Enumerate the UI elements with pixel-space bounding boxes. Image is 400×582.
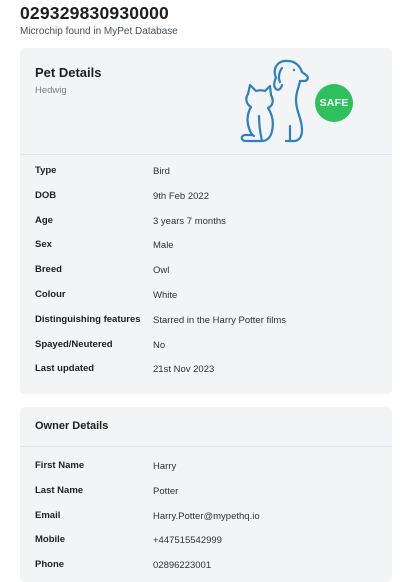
detail-value: No [153,339,166,351]
detail-label: Email [35,509,61,521]
detail-value: Potter [153,485,179,497]
detail-value: +447515542999 [153,535,222,547]
detail-value: 9th Feb 2022 [153,190,209,202]
detail-row: DOB 9th Feb 2022 [20,184,392,209]
detail-row: Spayed/Neutered No [20,333,392,358]
detail-label: Age [35,214,53,226]
detail-row: Mobile +447515542999 [20,528,392,553]
owner-details-list: First Name Harry Last Name Potter Email Harry… [20,454,392,578]
pet-details-header: Pet Details Hedwig SAFE [20,48,392,155]
detail-row: Age 3 years 7 months [20,209,392,234]
detail-row: Sex Male [20,233,392,258]
detail-label: Mobile [35,534,66,546]
detail-label: Sex [35,239,52,251]
detail-row: Type Bird [20,159,392,184]
detail-row: Last Name Potter [20,479,392,504]
detail-value: 02896223001 [153,560,212,572]
detail-value: Male [153,240,174,252]
detail-value: Owl [153,265,170,277]
detail-label: Colour [35,288,66,300]
detail-value: Harry [153,461,177,472]
detail-label: Spayed/Neutered [35,338,113,350]
pet-name: Hedwig [35,85,67,96]
detail-value: 3 years 7 months [153,215,226,227]
owner-details-card: Owner Details First Name Harry Last Name Po… [20,407,392,582]
detail-label: DOB [35,189,57,201]
detail-row: Last updated 21st Nov 2023 [20,357,392,382]
owner-details-title: Owner Details [35,420,109,432]
owner-details-header: Owner Details [20,407,392,447]
detail-label: First Name [35,460,85,471]
pet-details-title: Pet Details [35,65,102,80]
detail-row: First Name Harry [20,454,392,479]
detail-row: Breed Owl [20,258,392,283]
pet-details-list: Type Bird DOB 9th Feb 2022 Age 3 years 7 mont… [20,159,392,382]
detail-row: Colour White [20,283,392,308]
detail-row: Phone 02896223001 [20,553,392,578]
detail-label: Distinguishing features [35,313,141,325]
microchip-number: 029329830930000 [20,3,169,23]
microchip-status-text: Microchip found in MyPet Database [20,26,178,37]
detail-value: 21st Nov 2023 [153,364,215,376]
detail-value: Harry.Potter@mypethq.io [153,510,260,522]
detail-value: Starred in the Harry Potter films [153,314,287,326]
detail-label: Type [35,165,57,176]
detail-label: Phone [35,559,65,571]
detail-row: Distinguishing features Starred in the Ha… [20,308,392,333]
dog-and-cat-icon [240,59,309,143]
detail-label: Last Name [35,484,84,496]
detail-value: Bird [153,166,170,177]
safe-status-badge: SAFE [315,84,353,122]
page-header: 029329830930000 Microchip found in MyPet… [20,2,178,38]
detail-row: Email Harry.Potter@mypethq.io [20,504,392,529]
detail-label: Breed [35,264,62,276]
detail-value: White [153,289,178,301]
pet-details-card: Pet Details Hedwig SAFE Type Bird DOB 9th F… [20,48,392,394]
detail-label: Last updated [35,363,95,375]
